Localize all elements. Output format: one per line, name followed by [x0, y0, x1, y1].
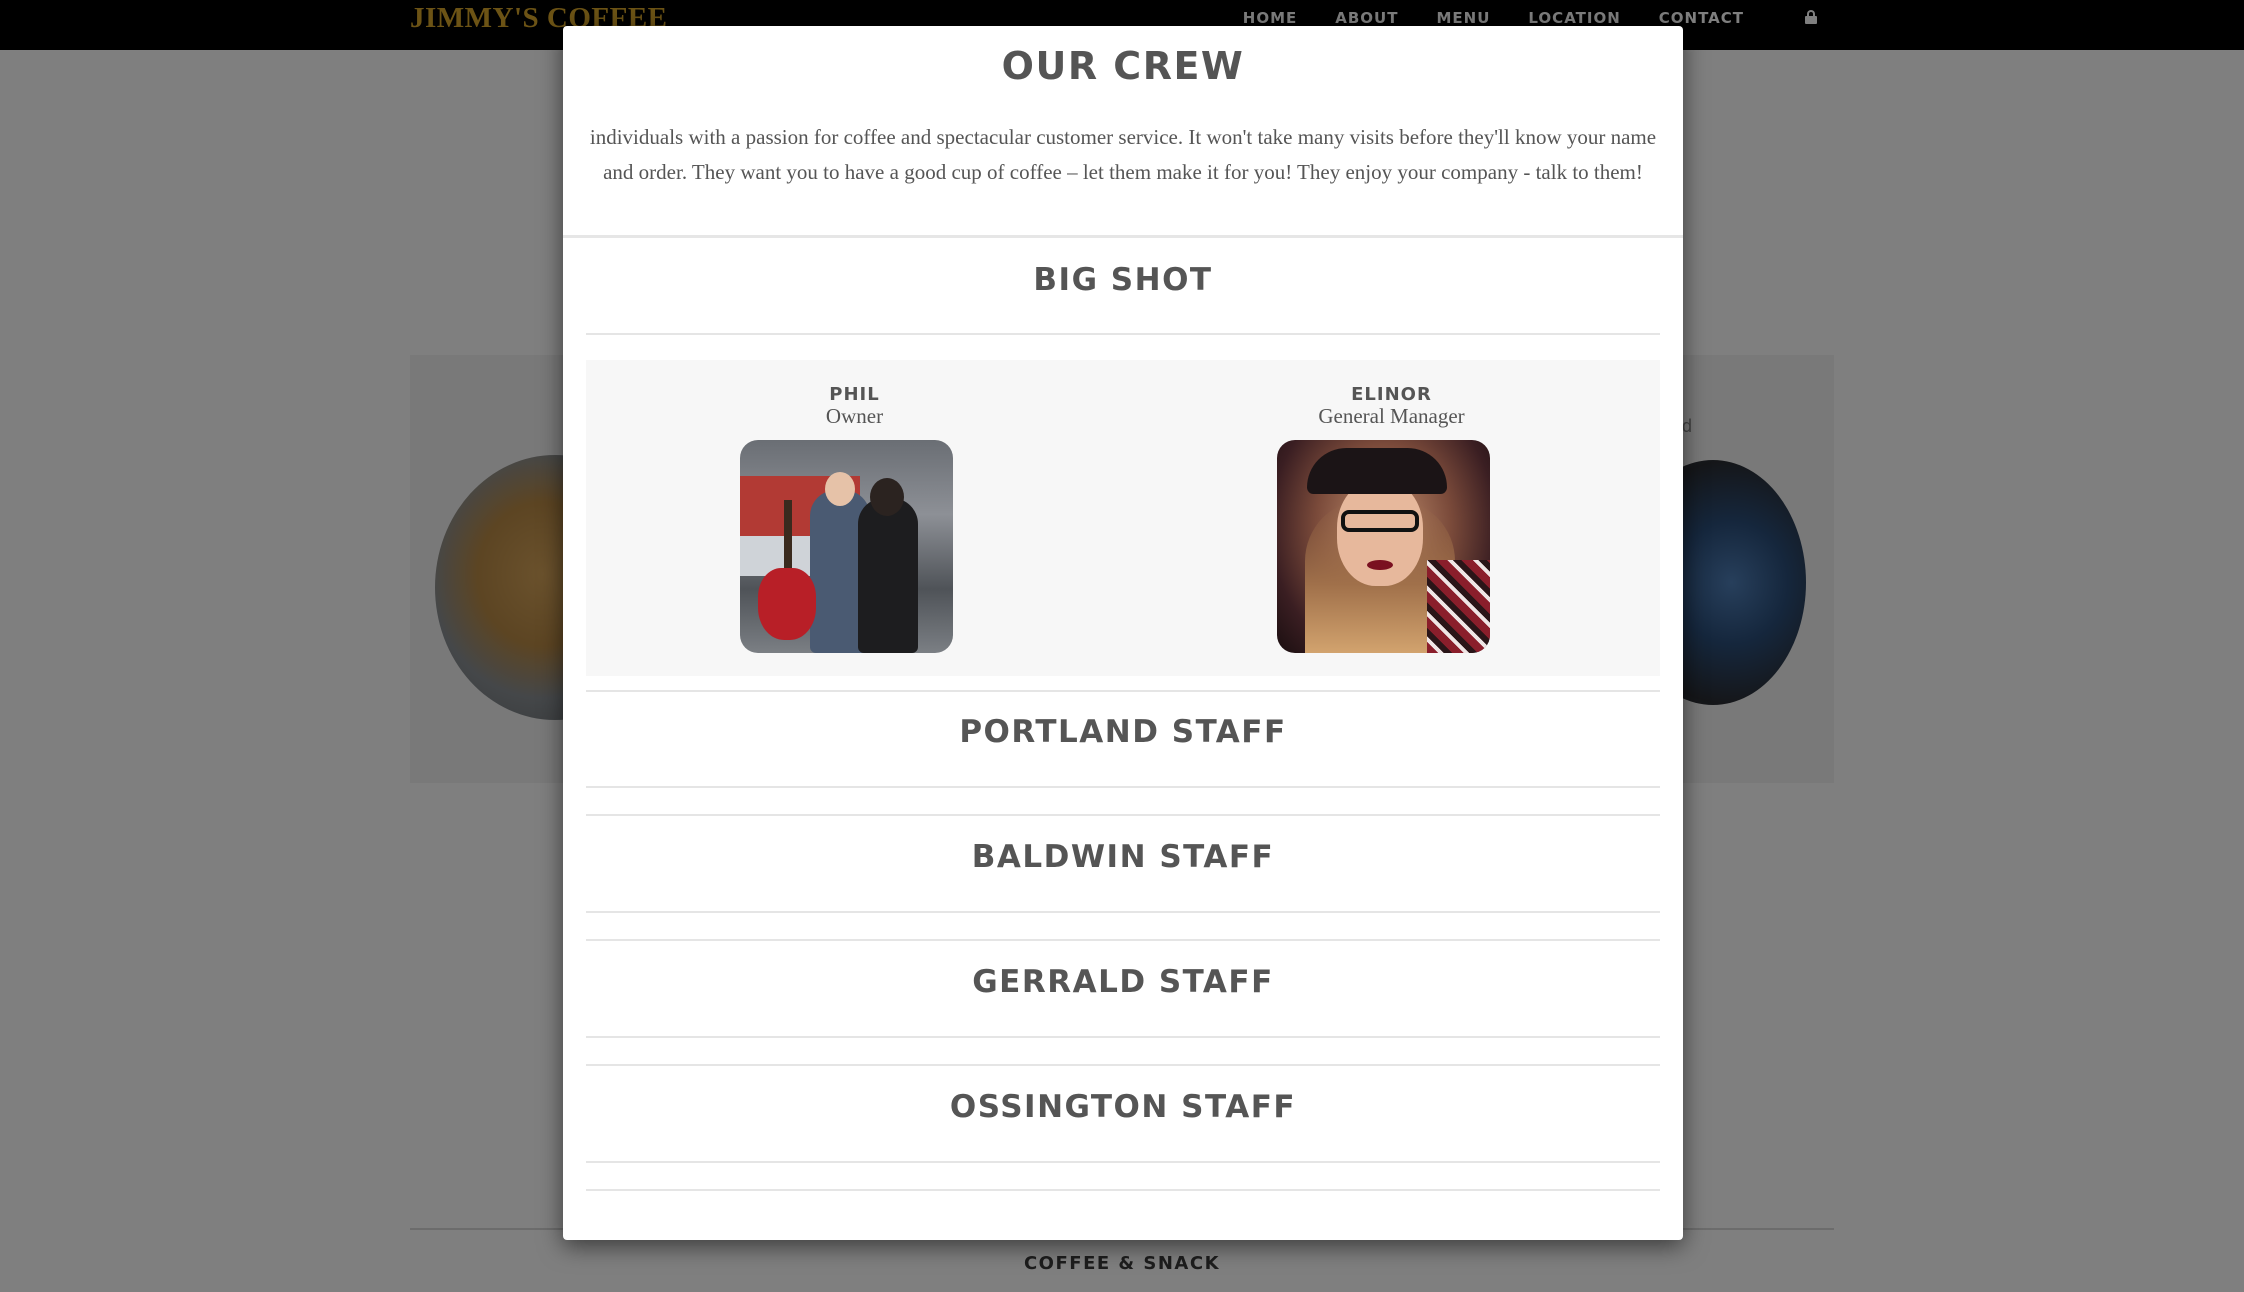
- section-rule: [586, 911, 1660, 913]
- section-rule: [586, 786, 1660, 788]
- member-name: ELINOR: [1351, 384, 1432, 405]
- member-name: PHIL: [829, 384, 880, 405]
- modal-header-divider: [563, 235, 1683, 238]
- section-rule: [586, 1161, 1660, 1163]
- member-photo-elinor: [1277, 440, 1490, 653]
- modal-intro-text: individuals with a passion for coffee an…: [589, 125, 1657, 184]
- section-baldwin-staff[interactable]: BALDWIN STAFF: [563, 839, 1683, 875]
- section-rule: [586, 939, 1660, 941]
- section-rule: [586, 814, 1660, 816]
- section-rule: [586, 690, 1660, 692]
- section-ossington-staff[interactable]: OSSINGTON STAFF: [563, 1089, 1683, 1125]
- section-rule: [586, 1036, 1660, 1038]
- modal-title: OUR CREW: [1001, 44, 1245, 88]
- section-rule: [586, 1189, 1660, 1191]
- crew-modal: OUR CREW individuals with a passion for …: [563, 26, 1683, 1240]
- member-photo-phil: [740, 440, 953, 653]
- section-gerrald-staff[interactable]: GERRALD STAFF: [563, 964, 1683, 1000]
- section-big-shot[interactable]: BIG SHOT: [563, 262, 1683, 298]
- section-portland-staff[interactable]: PORTLAND STAFF: [563, 714, 1683, 750]
- section-rule: [586, 1064, 1660, 1066]
- section-rule: [586, 333, 1660, 335]
- member-role: Owner: [825, 404, 884, 428]
- member-role: General Manager: [1318, 404, 1465, 428]
- big-shot-panel: PHIL Owner ELINOR General Manager: [586, 360, 1660, 676]
